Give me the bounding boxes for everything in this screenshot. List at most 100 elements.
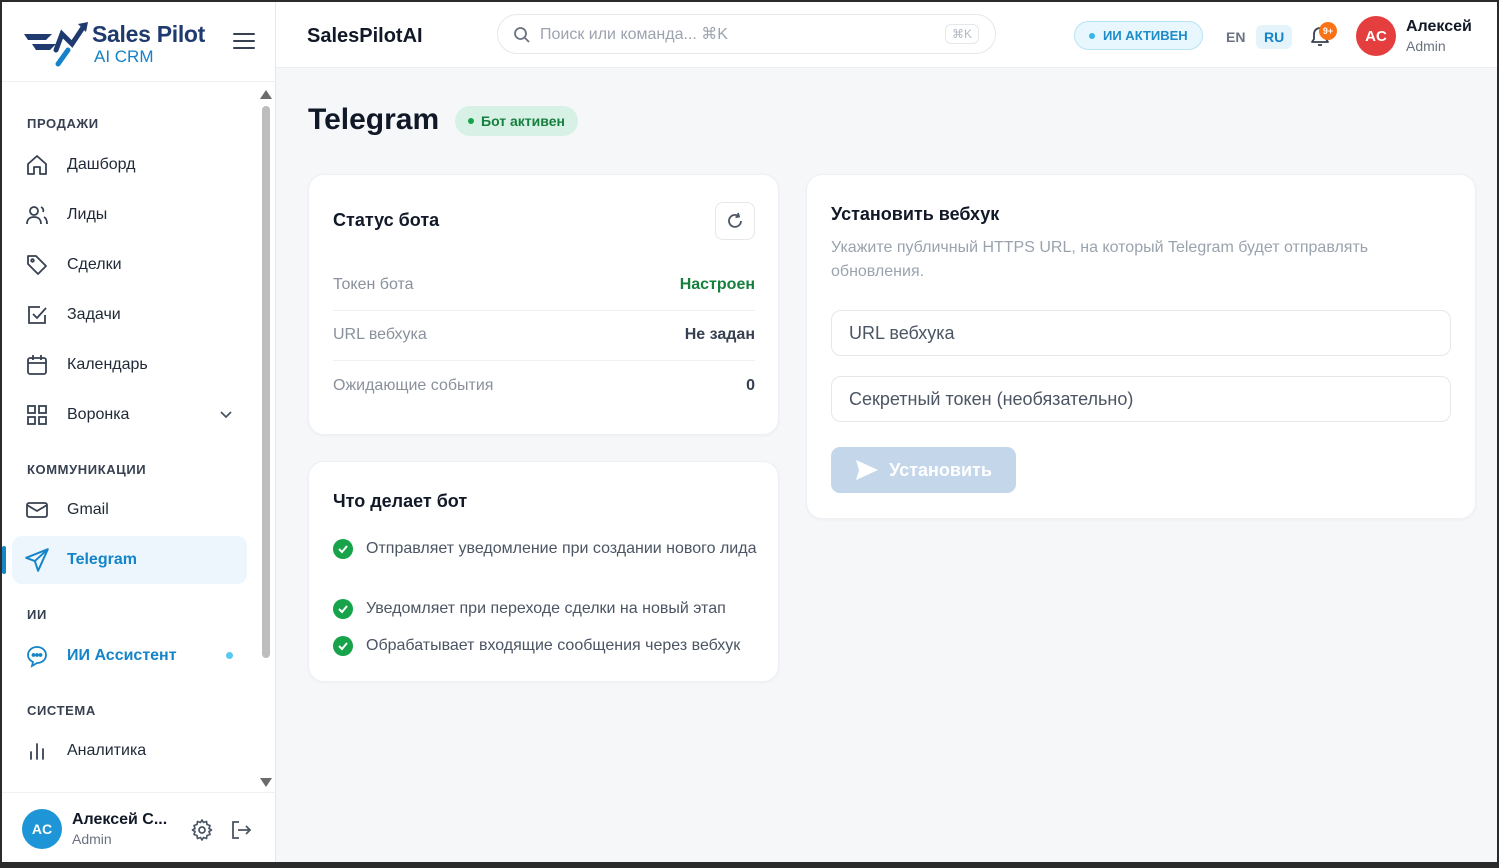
page-title: Telegram	[308, 103, 440, 136]
bar-chart-icon	[24, 738, 50, 764]
user-role: Admin	[1406, 38, 1446, 54]
sidebar-item-analytics[interactable]: Аналитика	[12, 727, 247, 775]
sidebar-item-label: Telegram	[67, 551, 137, 568]
card-title: Статус бота	[333, 210, 440, 230]
sidebar-item-gmail[interactable]: Gmail	[12, 486, 247, 534]
section-title-sales: ПРОДАЖИ	[27, 116, 99, 131]
brand-subtitle: AI CRM	[94, 47, 154, 66]
search-icon	[514, 27, 530, 43]
sidebar-item-label: Воронка	[67, 406, 130, 423]
topbar: SalesPilotAI ⌘K ИИ АКТИВЕН EN RU 9+ AC А…	[276, 2, 1497, 68]
check-circle-icon	[333, 636, 353, 656]
bot-status-card: Статус бота Токен бота Настроен URL вебх…	[308, 174, 779, 435]
section-title-system: СИСТЕМА	[27, 703, 96, 718]
checkbox-icon	[24, 302, 50, 328]
user-name: Алексей С...	[72, 811, 168, 828]
sidebar-item-label: Дашборд	[67, 156, 136, 173]
brand-header: Sales Pilot AI CRM	[2, 2, 276, 82]
brand-name: Sales Pilot	[92, 21, 206, 47]
sidebar-item-label: ИИ Ассистент	[67, 647, 177, 664]
sidebar-item-label: Лиды	[67, 206, 108, 223]
status-row-token: Токен бота Настроен	[333, 260, 755, 310]
search-box[interactable]: ⌘K	[497, 14, 996, 54]
chevron-down-icon[interactable]	[219, 407, 233, 421]
bot-features-card: Что делает бот Отправляет уведомление пр…	[308, 461, 779, 682]
sidebar-item-funnel[interactable]: Воронка	[12, 391, 247, 439]
sidebar-item-leads[interactable]: Лиды	[12, 191, 247, 239]
webhook-hint: Укажите публичный HTTPS URL, на который …	[831, 239, 1369, 280]
home-icon	[24, 152, 50, 178]
lang-ru-button[interactable]: RU	[1256, 25, 1293, 49]
lang-en-button[interactable]: EN	[1226, 29, 1245, 45]
sidebar-item-deals[interactable]: Сделки	[12, 241, 247, 289]
feature-text: Отправляет уведомление при создании ново…	[366, 540, 757, 557]
status-text: Бот активен	[481, 113, 565, 129]
sidebar-scrollbar[interactable]	[260, 84, 276, 792]
sidebar-item-tasks[interactable]: Задачи	[12, 291, 247, 339]
ai-indicator-dot	[226, 652, 233, 659]
gear-icon[interactable]	[190, 818, 214, 842]
section-title-communications: КОММУНИКАЦИИ	[27, 462, 147, 477]
sidebar-item-label: Задачи	[67, 306, 121, 323]
sidebar-item-ai-assistant[interactable]: ИИ Ассистент	[12, 632, 247, 680]
sidebar-item-dashboard[interactable]: Дашборд	[12, 141, 247, 189]
mail-icon	[24, 497, 50, 523]
card-title: Что делает бот	[333, 491, 468, 511]
button-label: Установить	[889, 459, 992, 480]
feature-text: Обрабатывает входящие сообщения через ве…	[366, 637, 741, 654]
user-name: Алексей	[1406, 18, 1472, 35]
status-row-webhook: URL вебхука Не задан	[333, 310, 755, 360]
notification-count-badge: 9+	[1319, 22, 1337, 40]
user-role: Admin	[72, 831, 112, 847]
avatar[interactable]: AC	[22, 809, 62, 849]
send-icon	[856, 460, 879, 480]
calendar-icon	[24, 352, 50, 378]
list-item: Уведомляет при переходе сделки на новый …	[333, 597, 763, 621]
refresh-button[interactable]	[715, 202, 755, 240]
set-webhook-button[interactable]: Установить	[831, 447, 1016, 493]
sidebar-item-calendar[interactable]: Календарь	[12, 341, 247, 389]
sidebar-item-telegram[interactable]: Telegram	[12, 536, 247, 584]
webhook-card: Установить вебхук Укажите публичный HTTP…	[806, 174, 1476, 519]
grid-icon	[24, 402, 50, 428]
sales-pilot-logo-icon	[24, 22, 88, 67]
row-value: 0	[746, 377, 755, 394]
tag-icon	[24, 252, 50, 278]
sidebar-item-label: Календарь	[67, 356, 148, 373]
refresh-icon	[728, 212, 742, 228]
scroll-down-arrow-icon[interactable]	[260, 778, 272, 787]
webhook-url-input[interactable]	[831, 310, 1451, 356]
check-circle-icon	[333, 599, 353, 619]
list-item: Обрабатывает входящие сообщения через ве…	[333, 634, 763, 658]
check-circle-icon	[333, 539, 353, 559]
feature-text: Уведомляет при переходе сделки на новый …	[366, 600, 726, 617]
ai-status-text: ИИ АКТИВЕН	[1103, 28, 1188, 43]
sidebar-user-panel: AC Алексей С... Admin	[2, 792, 276, 862]
sidebar: Sales Pilot AI CRM ПРОДАЖИ Дашборд Лиды …	[2, 2, 276, 862]
active-indicator	[2, 546, 6, 574]
section-title-ai: ИИ	[27, 607, 47, 622]
avatar[interactable]: AC	[1356, 16, 1396, 56]
menu-toggle-icon[interactable]	[233, 33, 255, 51]
ai-status-badge: ИИ АКТИВЕН	[1074, 21, 1203, 50]
app-title: SalesPilotAI	[307, 25, 423, 47]
status-badge: Бот активен	[455, 106, 578, 136]
row-value: Настроен	[679, 276, 755, 293]
app-window: Sales Pilot AI CRM ПРОДАЖИ Дашборд Лиды …	[2, 2, 1497, 862]
search-input[interactable]	[540, 23, 940, 47]
card-title: Установить вебхук	[831, 204, 1000, 224]
status-row-pending: Ожидающие события 0	[333, 361, 755, 411]
row-key: URL вебхука	[333, 326, 427, 343]
users-icon	[24, 202, 50, 228]
secret-token-input[interactable]	[831, 376, 1451, 422]
sidebar-item-label: Сделки	[67, 256, 122, 273]
list-item: Отправляет уведомление при создании ново…	[333, 537, 763, 561]
ai-bot-icon	[24, 643, 50, 669]
logout-icon[interactable]	[229, 818, 253, 842]
search-shortcut-badge: ⌘K	[944, 24, 979, 44]
sidebar-item-label: Gmail	[67, 501, 109, 518]
row-value: Не задан	[684, 326, 755, 343]
scroll-thumb[interactable]	[262, 106, 270, 658]
row-key: Токен бота	[333, 276, 414, 293]
scroll-up-arrow-icon[interactable]	[260, 90, 272, 99]
